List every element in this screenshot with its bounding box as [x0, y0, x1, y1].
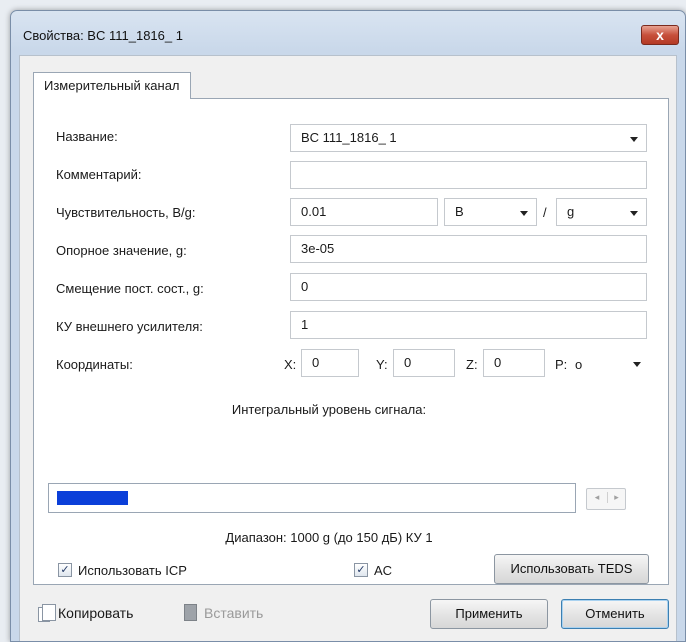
ac-check: ✓ [354, 563, 368, 577]
sensitivity-unit-select[interactable]: B [444, 198, 537, 226]
comment-input[interactable] [290, 161, 647, 189]
offset-input[interactable]: 0 [290, 273, 647, 301]
z-label: Z: [466, 357, 478, 372]
signal-level-bar [48, 483, 576, 513]
reference-input[interactable]: 3e-05 [290, 235, 647, 263]
range-text: Диапазон: 1000 g (до 150 дБ) КУ 1 [225, 530, 433, 545]
gain-input[interactable]: 1 [290, 311, 647, 339]
sensitivity-unit-value: B [455, 204, 464, 219]
signal-scroll-spinner[interactable]: ◂ ▸ [586, 488, 626, 510]
p-value: o [575, 357, 583, 372]
signal-level-fill [57, 491, 128, 505]
sensitivity-denominator-select[interactable]: g [556, 198, 647, 226]
p-label: P: [555, 357, 568, 372]
use-icp-check: ✓ [58, 563, 72, 577]
offset-label: Смещение пост. сост., g: [56, 281, 204, 296]
p-select[interactable]: o [571, 349, 647, 377]
name-combobox[interactable]: BC 111_1816_ 1 [290, 124, 647, 152]
copy-label: Копировать [58, 605, 134, 621]
copy-icon [38, 604, 56, 622]
z-input[interactable]: 0 [483, 349, 545, 377]
reference-label: Опорное значение, g: [56, 243, 187, 258]
arrow-left-icon[interactable]: ◂ [588, 492, 606, 503]
dialog-client-area: Измерительный канал Название: BC 111_181… [19, 55, 677, 641]
tab-panel: Название: BC 111_1816_ 1 Комментарий: Чу… [33, 98, 669, 585]
ac-checkbox[interactable]: ✓ AC [354, 561, 414, 581]
apply-button[interactable]: Применить [430, 599, 548, 629]
coordinates-label: Координаты: [56, 357, 133, 372]
unit-slash: / [543, 205, 547, 220]
paste-label: Вставить [204, 605, 264, 621]
copy-button[interactable]: Копировать [34, 600, 174, 626]
sensitivity-denominator-value: g [567, 204, 575, 219]
name-label: Название: [56, 129, 118, 144]
signal-level-label: Интегральный уровень сигнала: [231, 402, 427, 417]
paste-icon [184, 604, 197, 621]
use-icp-label: Использовать ICP [78, 563, 187, 578]
gain-label: КУ внешнего усилителя: [56, 319, 203, 334]
ac-label: AC [374, 563, 393, 578]
title-bar[interactable]: Свойства: BC 111_1816_ 1 x [11, 11, 685, 55]
x-label: X: [284, 357, 297, 372]
use-teds-button[interactable]: Использовать TEDS [494, 554, 649, 584]
sensitivity-input[interactable]: 0.01 [290, 198, 438, 226]
cancel-button[interactable]: Отменить [561, 599, 669, 629]
name-value: BC 111_1816_ 1 [301, 130, 397, 145]
y-label: Y: [376, 357, 388, 372]
use-icp-checkbox[interactable]: ✓ Использовать ICP [58, 561, 258, 581]
sensitivity-label: Чувствительность, B/g: [56, 205, 196, 220]
window-title: Свойства: BC 111_1816_ 1 [23, 28, 183, 43]
y-input[interactable]: 0 [393, 349, 455, 377]
arrow-right-icon[interactable]: ▸ [607, 492, 625, 503]
chevron-down-icon [633, 362, 641, 367]
comment-label: Комментарий: [56, 167, 142, 182]
paste-button[interactable]: Вставить [180, 600, 300, 626]
x-input[interactable]: 0 [301, 349, 359, 377]
close-button[interactable]: x [641, 25, 679, 45]
properties-dialog: Свойства: BC 111_1816_ 1 x Измерительный… [10, 10, 686, 642]
tab-measurement-channel[interactable]: Измерительный канал [33, 72, 191, 99]
